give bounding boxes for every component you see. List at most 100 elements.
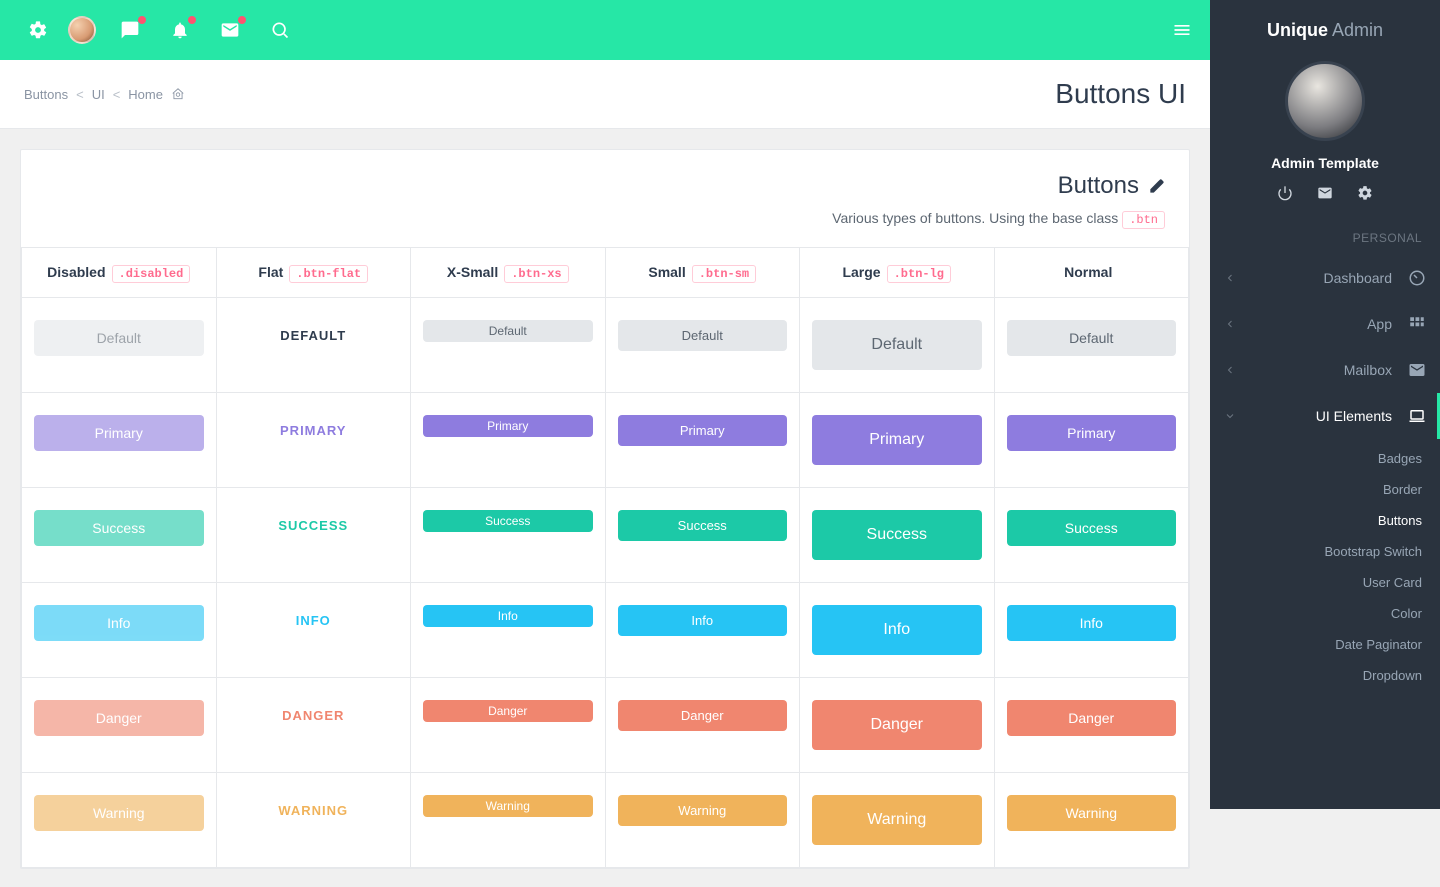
breadcrumb-sep: <	[113, 87, 121, 102]
sidebar: Unique Admin Admin Template PERSONAL Das…	[1210, 0, 1440, 809]
button-xsmall-info[interactable]: Info	[423, 605, 593, 627]
button-small-danger[interactable]: Danger	[618, 700, 788, 731]
table-cell: Default	[605, 298, 800, 393]
button-xsmall-default[interactable]: Default	[423, 320, 593, 342]
table-cell: Info	[22, 583, 217, 678]
button-small-primary[interactable]: Primary	[618, 415, 788, 446]
hamburger-icon[interactable]	[1172, 20, 1192, 40]
button-small-warning[interactable]: Warning	[618, 795, 788, 826]
col-header-label: Flat	[258, 264, 283, 280]
button-disabled-warning[interactable]: Warning	[34, 795, 204, 831]
col-header-label: Normal	[1064, 264, 1112, 280]
button-disabled-info[interactable]: Info	[34, 605, 204, 641]
subnav-item-bootstrap-switch[interactable]: Bootstrap Switch	[1210, 536, 1440, 567]
brand[interactable]: Unique Admin	[1210, 0, 1440, 51]
subnav-item-buttons[interactable]: Buttons	[1210, 505, 1440, 536]
buttons-table: Disabled.disabledFlat.btn-flatX-Small.bt…	[21, 247, 1189, 868]
table-cell: Primary	[22, 393, 217, 488]
sidebar-item-ui-elements[interactable]: UI Elements	[1210, 393, 1440, 439]
sidebar-item-label: Mailbox	[1344, 362, 1392, 378]
table-cell: Primary	[605, 393, 800, 488]
sidebar-item-app[interactable]: App	[1210, 301, 1440, 347]
sidebar-section-personal: PERSONAL	[1210, 231, 1440, 255]
button-large-success[interactable]: Success	[812, 510, 982, 560]
button-normal-info[interactable]: Info	[1007, 605, 1177, 641]
breadcrumb-buttons[interactable]: Buttons	[24, 87, 68, 102]
button-small-info[interactable]: Info	[618, 605, 788, 636]
button-normal-warning[interactable]: Warning	[1007, 795, 1177, 831]
gear-icon[interactable]	[1357, 185, 1373, 201]
breadcrumb-home[interactable]: Home	[128, 87, 163, 102]
col-header: Small.btn-sm	[605, 248, 800, 298]
breadcrumb-ui[interactable]: UI	[92, 87, 105, 102]
table-cell: Warning	[994, 773, 1189, 868]
table-cell: Info	[605, 583, 800, 678]
button-disabled-success[interactable]: Success	[34, 510, 204, 546]
subnav-item-border[interactable]: Border	[1210, 474, 1440, 505]
button-disabled-danger[interactable]: Danger	[34, 700, 204, 736]
button-xsmall-primary[interactable]: Primary	[423, 415, 593, 437]
button-normal-primary[interactable]: Primary	[1007, 415, 1177, 451]
sidebar-item-mailbox[interactable]: Mailbox	[1210, 347, 1440, 393]
button-small-success[interactable]: Success	[618, 510, 788, 541]
home-icon[interactable]	[171, 87, 185, 101]
col-header-code: .btn-xs	[504, 265, 568, 283]
button-xsmall-danger[interactable]: Danger	[423, 700, 593, 722]
col-header-label: Large	[842, 264, 880, 280]
button-disabled-primary[interactable]: Primary	[34, 415, 204, 451]
col-header-label: Small	[648, 264, 685, 280]
button-large-default[interactable]: Default	[812, 320, 982, 370]
table-cell: Success	[411, 488, 606, 583]
button-xsmall-warning[interactable]: Warning	[423, 795, 593, 817]
button-flat-default[interactable]: DEFAULT	[270, 320, 356, 351]
button-flat-primary[interactable]: PRIMARY	[270, 415, 356, 446]
pencil-icon[interactable]	[1149, 178, 1165, 194]
table-cell: WARNING	[216, 773, 411, 868]
subnav-item-color[interactable]: Color	[1210, 598, 1440, 629]
bell-icon[interactable]	[160, 10, 200, 50]
button-normal-default[interactable]: Default	[1007, 320, 1177, 356]
button-disabled-default[interactable]: Default	[34, 320, 204, 356]
settings-icon[interactable]	[18, 10, 58, 50]
button-flat-info[interactable]: INFO	[286, 605, 341, 636]
card-subtitle: Various types of buttons. Using the base…	[832, 210, 1118, 226]
sidebar-avatar[interactable]	[1285, 61, 1365, 141]
button-flat-warning[interactable]: WARNING	[268, 795, 358, 826]
col-header-code: .btn-flat	[289, 265, 368, 283]
sidebar-item-label: App	[1367, 316, 1392, 332]
subnav-item-date-paginator[interactable]: Date Paginator	[1210, 629, 1440, 660]
col-header-label: Disabled	[47, 264, 105, 280]
subnav-item-badges[interactable]: Badges	[1210, 443, 1440, 474]
button-large-info[interactable]: Info	[812, 605, 982, 655]
table-cell: SUCCESS	[216, 488, 411, 583]
col-header: Flat .btn-flat	[216, 248, 411, 298]
card-title: Buttons	[1058, 172, 1139, 200]
subnav-item-dropdown[interactable]: Dropdown	[1210, 660, 1440, 691]
sidebar-item-label: Dashboard	[1324, 270, 1393, 286]
button-large-primary[interactable]: Primary	[812, 415, 982, 465]
table-cell: Info	[800, 583, 995, 678]
col-header: Large.btn-lg	[800, 248, 995, 298]
button-flat-danger[interactable]: DANGER	[272, 700, 354, 731]
table-cell: Warning	[605, 773, 800, 868]
power-icon[interactable]	[1277, 185, 1293, 201]
button-small-default[interactable]: Default	[618, 320, 788, 351]
subnav-item-user-card[interactable]: User Card	[1210, 567, 1440, 598]
mail-icon[interactable]	[210, 10, 250, 50]
chat-icon[interactable]	[110, 10, 150, 50]
table-cell: Danger	[800, 678, 995, 773]
button-normal-success[interactable]: Success	[1007, 510, 1177, 546]
breadcrumb-sep: <	[76, 87, 84, 102]
table-cell: Primary	[994, 393, 1189, 488]
button-flat-success[interactable]: SUCCESS	[268, 510, 358, 541]
table-cell: DANGER	[216, 678, 411, 773]
search-icon[interactable]	[260, 10, 300, 50]
button-normal-danger[interactable]: Danger	[1007, 700, 1177, 736]
mail-icon[interactable]	[1317, 185, 1333, 201]
button-large-warning[interactable]: Warning	[812, 795, 982, 845]
button-xsmall-success[interactable]: Success	[423, 510, 593, 532]
user-avatar-top[interactable]	[68, 16, 96, 44]
sidebar-item-dashboard[interactable]: Dashboard	[1210, 255, 1440, 301]
base-class-code: .btn	[1122, 211, 1165, 229]
button-large-danger[interactable]: Danger	[812, 700, 982, 750]
